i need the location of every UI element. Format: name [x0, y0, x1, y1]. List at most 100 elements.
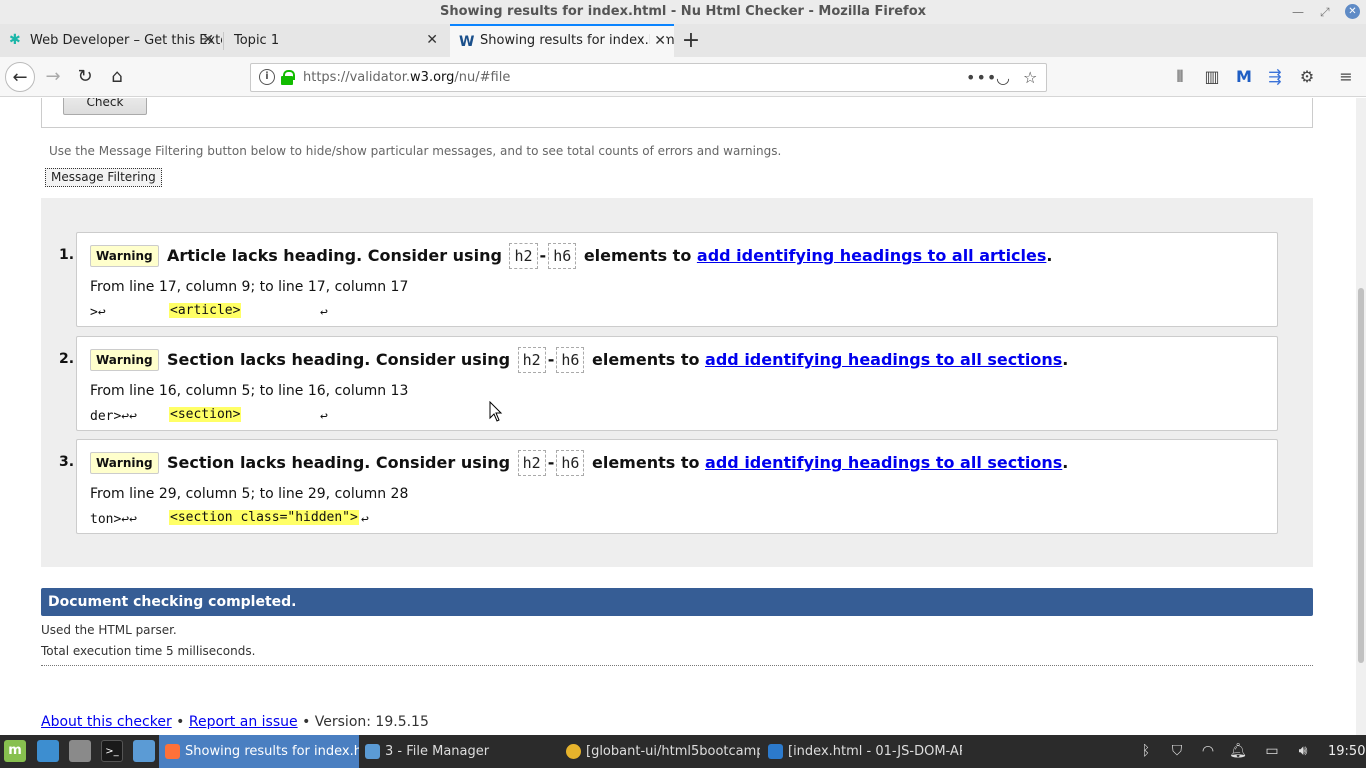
- window-titlebar: Showing results for index.html - Nu Html…: [0, 0, 1366, 24]
- close-window-icon[interactable]: ✕: [1345, 4, 1360, 19]
- message-location: From line 17, column 9; to line 17, colu…: [90, 279, 409, 295]
- shield-icon[interactable]: ⛉: [1167, 741, 1187, 761]
- back-button[interactable]: ←: [5, 62, 35, 92]
- menu-icon[interactable]: ≡: [1336, 67, 1356, 87]
- scrollbar[interactable]: [1356, 98, 1366, 735]
- extension-arrow-icon[interactable]: ⇶: [1265, 67, 1285, 87]
- message-item: 1. Warning Article lacks heading. Consid…: [59, 232, 1278, 327]
- warning-badge: Warning: [90, 452, 159, 474]
- puzzle-icon: ✱: [9, 32, 21, 48]
- message-number: 3.: [59, 454, 75, 470]
- chrome-icon: [566, 744, 581, 759]
- web-developer-icon[interactable]: ⚙: [1297, 67, 1317, 87]
- maximize-icon[interactable]: ⤢: [1320, 2, 1330, 22]
- message-item: 3. Warning Section lacks heading. Consid…: [59, 439, 1278, 534]
- tab-web-developer[interactable]: ✱ Web Developer – Get this Exte ✕: [0, 24, 222, 57]
- reload-button[interactable]: ↻: [70, 62, 100, 92]
- message-context-after: ↩: [320, 409, 328, 424]
- navigation-bar: ← → ↻ ⌂ i https://validator.w3.org/nu/#f…: [0, 57, 1366, 97]
- clock[interactable]: 19:50: [1328, 735, 1365, 768]
- message-filtering-button[interactable]: Message Filtering: [45, 168, 162, 187]
- tab-label: Topic 1: [234, 33, 280, 48]
- tab-label: Showing results for index.htm: [480, 33, 674, 48]
- about-link[interactable]: About this checker: [41, 714, 172, 730]
- bookmark-star-icon[interactable]: ☆: [1023, 68, 1037, 88]
- tab-topic-1[interactable]: Topic 1 ✕: [224, 24, 446, 57]
- library-icon[interactable]: ⫴: [1170, 67, 1190, 87]
- execution-time-line: Total execution time 5 milliseconds.: [41, 644, 256, 658]
- wifi-icon[interactable]: ◠: [1198, 741, 1218, 761]
- message-title: Section lacks heading. Consider using h2…: [167, 450, 1068, 476]
- filter-hint: Use the Message Filtering button below t…: [49, 144, 782, 158]
- task-firefox[interactable]: Showing results for index.ht...: [159, 735, 359, 768]
- terminal-icon[interactable]: >_: [101, 740, 123, 762]
- tab-label: Web Developer – Get this Exte: [30, 33, 222, 48]
- warning-badge: Warning: [90, 245, 159, 267]
- task-chrome[interactable]: [globant-ui/html5bootcamp: ...: [560, 735, 760, 768]
- message-context: >↩: [90, 305, 106, 320]
- firefox-icon: [165, 744, 180, 759]
- forward-button[interactable]: →: [38, 62, 68, 92]
- message-context-after: ↩: [361, 512, 369, 527]
- vscode-icon: [768, 744, 783, 759]
- url-text[interactable]: https://validator.w3.org/nu/#file: [303, 64, 510, 91]
- files-icon[interactable]: [133, 740, 155, 762]
- warning-badge: Warning: [90, 349, 159, 371]
- minimize-icon[interactable]: —: [1292, 2, 1304, 22]
- version-text: Version: 19.5.15: [314, 714, 429, 730]
- close-tab-icon[interactable]: ✕: [202, 24, 214, 57]
- lock-icon[interactable]: [281, 70, 295, 85]
- message-highlight: <article>: [169, 303, 242, 318]
- window-title: Showing results for index.html - Nu Html…: [439, 4, 927, 19]
- done-bar: Document checking completed.: [41, 588, 1313, 616]
- form-box: [41, 98, 1313, 128]
- message-number: 2.: [59, 351, 75, 367]
- window-icon[interactable]: [69, 740, 91, 762]
- message-highlight: <section class="hidden">: [169, 510, 359, 525]
- task-vscode[interactable]: [index.html - 01-JS-DOM-API...: [762, 735, 962, 768]
- message-item: 2. Warning Section lacks heading. Consid…: [59, 336, 1278, 431]
- close-tab-icon[interactable]: ✕: [650, 26, 666, 56]
- volume-icon[interactable]: 🔊︎: [1293, 741, 1313, 761]
- message-link[interactable]: add identifying headings to all articles: [697, 246, 1047, 265]
- mint-menu-icon[interactable]: m: [4, 740, 26, 762]
- new-tab-button[interactable]: +: [680, 24, 702, 57]
- mouse-cursor-icon: [489, 401, 503, 422]
- taskbar: m >_ Showing results for index.ht... 3 -…: [0, 735, 1366, 768]
- message-location: From line 16, column 5; to line 16, colu…: [90, 383, 409, 399]
- pocket-icon[interactable]: ◡: [996, 68, 1010, 88]
- footer: About this checker • Report an issue • V…: [41, 714, 429, 730]
- message-context-after: ↩: [320, 305, 328, 320]
- page-actions-icon[interactable]: •••: [966, 68, 997, 88]
- w3c-icon: W: [459, 34, 475, 50]
- message-location: From line 29, column 5; to line 29, colu…: [90, 486, 409, 502]
- sidebar-icon[interactable]: ▥: [1202, 67, 1222, 87]
- message-context: der>↩↩: [90, 409, 137, 424]
- task-file-manager[interactable]: 3 - File Manager: [359, 735, 559, 768]
- message-link[interactable]: add identifying headings to all sections: [705, 350, 1062, 369]
- message-title: Section lacks heading. Consider using h2…: [167, 347, 1068, 373]
- message-highlight: <section>: [169, 407, 242, 422]
- close-tab-icon[interactable]: ✕: [426, 24, 438, 57]
- parser-line: Used the HTML parser.: [41, 623, 177, 637]
- show-desktop-icon[interactable]: [37, 740, 59, 762]
- bluetooth-icon[interactable]: ᛒ: [1136, 741, 1156, 761]
- scrollbar-thumb[interactable]: [1358, 288, 1364, 663]
- results-list: 1. Warning Article lacks heading. Consid…: [41, 198, 1313, 567]
- extension-m-icon[interactable]: M: [1234, 67, 1254, 87]
- url-bar[interactable]: i https://validator.w3.org/nu/#file ••• …: [250, 63, 1047, 92]
- report-issue-link[interactable]: Report an issue: [189, 714, 298, 730]
- message-link[interactable]: add identifying headings to all sections: [705, 453, 1062, 472]
- home-button[interactable]: ⌂: [102, 62, 132, 92]
- message-title: Article lacks heading. Consider using h2…: [167, 243, 1052, 269]
- notifications-icon[interactable]: 🔔︎: [1228, 741, 1248, 761]
- message-number: 1.: [59, 247, 75, 263]
- battery-icon[interactable]: ▭: [1262, 741, 1282, 761]
- page-content: Check Use the Message Filtering button b…: [0, 98, 1356, 735]
- folder-icon: [365, 744, 380, 759]
- tab-validator[interactable]: W Showing results for index.htm ✕: [450, 24, 674, 57]
- info-icon[interactable]: i: [259, 69, 275, 85]
- check-button[interactable]: Check: [63, 98, 147, 115]
- message-context: ton>↩↩: [90, 512, 137, 527]
- divider: [41, 665, 1313, 666]
